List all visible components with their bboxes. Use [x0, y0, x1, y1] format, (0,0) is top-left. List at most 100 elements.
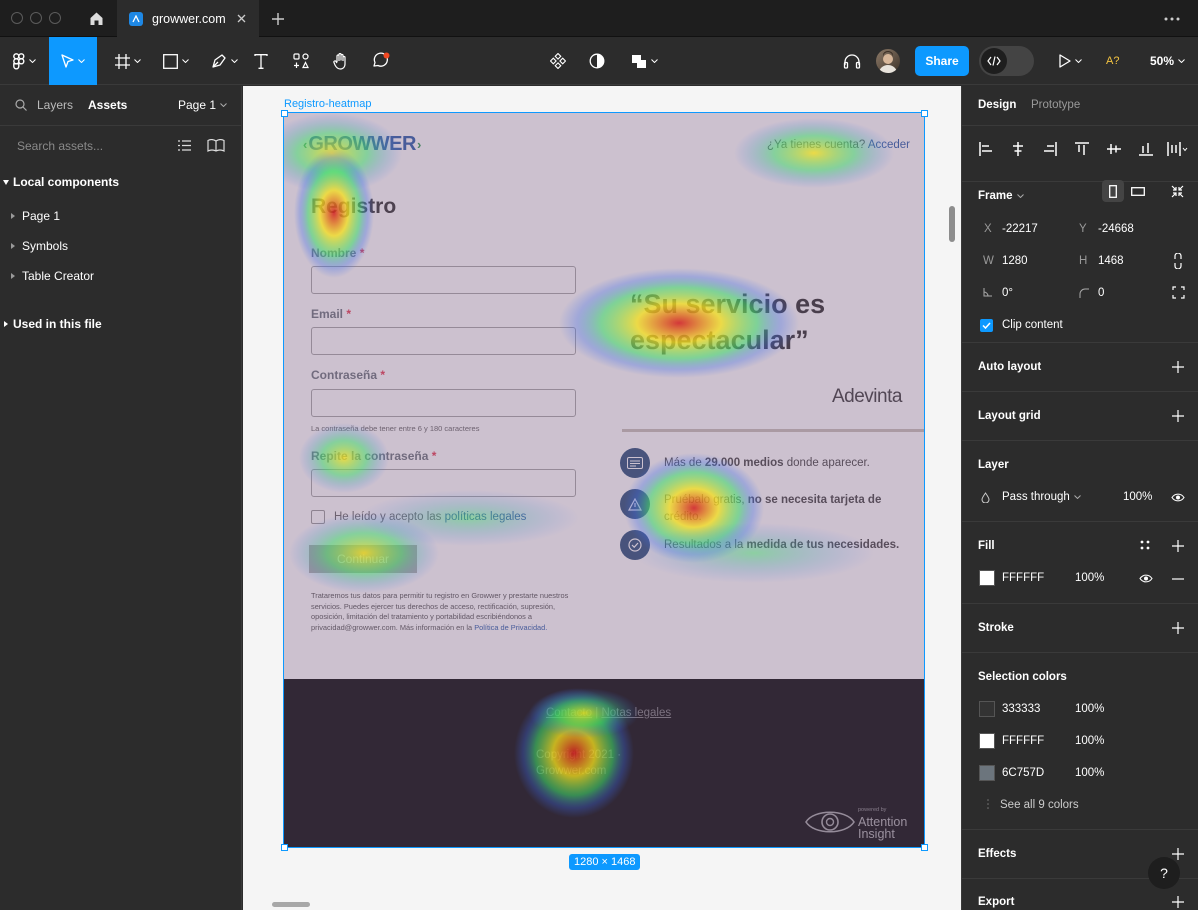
align-left-icon[interactable] — [979, 142, 993, 156]
selection-color-opacity[interactable]: 100% — [1075, 703, 1104, 715]
selection-color-hex[interactable]: 333333 — [1002, 703, 1040, 715]
contact-link[interactable]: Contacto — [546, 707, 592, 719]
frame-name-label[interactable]: Registro-heatmap — [284, 98, 371, 110]
frame-preset-dropdown[interactable]: Frame — [978, 190, 1024, 202]
mask-button[interactable] — [584, 37, 610, 85]
component-group-table-creator[interactable]: Table Creator — [11, 266, 94, 286]
present-button[interactable] — [1050, 37, 1090, 85]
landscape-icon[interactable] — [1131, 187, 1145, 196]
portrait-button[interactable] — [1102, 180, 1124, 202]
resize-to-fit-icon[interactable] — [1171, 185, 1184, 198]
clip-content-checkbox[interactable] — [980, 319, 993, 332]
align-bottom-icon[interactable] — [1139, 142, 1153, 156]
fill-color-swatch[interactable] — [979, 570, 995, 586]
resize-handle-top-right[interactable] — [921, 110, 928, 117]
used-in-file-section[interactable]: Used in this file — [4, 314, 102, 334]
eye-icon[interactable] — [1139, 574, 1153, 583]
library-icon[interactable] — [207, 139, 225, 152]
add-effect-icon[interactable] — [1172, 848, 1184, 860]
canvas[interactable]: Registro-heatmap ‹ GROWWER › ¿Ya tienes … — [243, 86, 961, 910]
eye-icon[interactable] — [1171, 493, 1185, 502]
tab-design[interactable]: Design — [978, 99, 1016, 111]
corner-radius-input[interactable]: 0 — [1098, 287, 1104, 299]
audio-button[interactable] — [838, 37, 866, 85]
selection-color-hex[interactable]: FFFFFF — [1002, 735, 1044, 747]
dev-mode-toggle[interactable] — [979, 46, 1034, 76]
resize-handle-bottom-right[interactable] — [921, 844, 928, 851]
add-export-icon[interactable] — [1172, 896, 1184, 908]
align-right-icon[interactable] — [1043, 142, 1057, 156]
comment-tool-button[interactable] — [366, 37, 396, 85]
selection-color-opacity[interactable]: 100% — [1075, 735, 1104, 747]
tab-layers[interactable]: Layers — [37, 98, 73, 112]
horizontal-scrollbar[interactable] — [272, 902, 310, 907]
fill-hex-input[interactable]: FFFFFF — [1002, 572, 1044, 584]
resize-handle-bottom-left[interactable] — [281, 844, 288, 851]
add-auto-layout-icon[interactable] — [1172, 361, 1184, 373]
constrain-proportions-icon[interactable] — [1173, 253, 1183, 269]
selection-color-swatch-1[interactable] — [979, 733, 995, 749]
align-horizontal-center-icon[interactable] — [1011, 142, 1025, 156]
boolean-button[interactable] — [626, 37, 662, 85]
zoom-dropdown[interactable]: 50% — [1150, 37, 1185, 85]
see-all-colors-link[interactable]: See all 9 colors — [1000, 799, 1079, 811]
local-components-section[interactable]: Local components — [0, 172, 119, 192]
repeat-password-input[interactable] — [311, 469, 576, 497]
help-button[interactable]: ? — [1148, 857, 1180, 889]
legal-notes-link[interactable]: Notas legales — [601, 707, 671, 719]
terms-link[interactable]: políticas legales — [445, 511, 527, 523]
shape-tool-button[interactable] — [152, 37, 200, 85]
add-stroke-icon[interactable] — [1172, 622, 1184, 634]
home-button[interactable] — [78, 0, 115, 37]
pen-tool-button[interactable] — [200, 37, 248, 85]
close-tab-icon[interactable] — [233, 11, 249, 27]
password-input[interactable] — [311, 389, 576, 417]
selection-color-swatch-0[interactable] — [979, 701, 995, 717]
styles-grid-icon[interactable] — [1140, 540, 1150, 550]
registro-heatmap-frame[interactable]: ‹ GROWWER › ¿Ya tienes cuenta? Acceder R… — [283, 112, 925, 848]
nombre-input[interactable] — [311, 266, 576, 294]
page-selector[interactable]: Page 1 — [178, 98, 227, 112]
add-layout-grid-icon[interactable] — [1172, 410, 1184, 422]
list-view-icon[interactable] — [178, 140, 191, 151]
avatar[interactable] — [876, 49, 900, 73]
components-button[interactable] — [545, 37, 571, 85]
tab-prototype[interactable]: Prototype — [1031, 99, 1080, 111]
email-input[interactable] — [311, 327, 576, 355]
h-input[interactable]: 1468 — [1098, 255, 1124, 267]
search-icon[interactable] — [15, 99, 27, 111]
resize-handle-top-left[interactable] — [281, 110, 288, 117]
fill-opacity-input[interactable]: 100% — [1075, 572, 1104, 584]
align-vertical-center-icon[interactable] — [1107, 142, 1121, 156]
tab-growwer[interactable]: growwer.com — [117, 0, 259, 37]
rotation-input[interactable]: 0° — [1002, 287, 1013, 299]
maximize-window-button[interactable] — [49, 12, 61, 24]
text-tool-button[interactable] — [248, 37, 274, 85]
new-tab-button[interactable] — [268, 9, 288, 29]
tab-assets[interactable]: Assets — [88, 98, 127, 112]
search-assets-input[interactable]: Search assets... — [17, 139, 103, 153]
selection-color-swatch-2[interactable] — [979, 765, 995, 781]
frame-tool-button[interactable] — [104, 37, 152, 85]
continue-button[interactable]: Continuar — [309, 545, 417, 573]
minimize-window-button[interactable] — [30, 12, 42, 24]
login-link[interactable]: Acceder — [868, 139, 910, 151]
layer-opacity-input[interactable]: 100% — [1123, 491, 1152, 503]
add-fill-icon[interactable] — [1172, 540, 1184, 552]
blend-mode-dropdown[interactable]: Pass through — [1002, 491, 1081, 503]
selection-color-opacity[interactable]: 100% — [1075, 767, 1104, 779]
align-top-icon[interactable] — [1075, 142, 1089, 156]
accessibility-check-button[interactable]: A? — [1106, 37, 1119, 85]
component-group-page-1[interactable]: Page 1 — [11, 206, 60, 226]
share-button[interactable]: Share — [915, 46, 969, 76]
privacy-link[interactable]: Política de Privacidad. — [474, 623, 547, 632]
resources-button[interactable] — [286, 37, 316, 85]
vertical-scrollbar[interactable] — [949, 206, 955, 242]
component-group-symbols[interactable]: Symbols — [11, 236, 68, 256]
distribute-icon[interactable] — [1167, 142, 1189, 156]
hand-tool-button[interactable] — [326, 37, 356, 85]
terms-checkbox[interactable] — [311, 510, 325, 524]
move-tool-button[interactable] — [49, 37, 97, 85]
w-input[interactable]: 1280 — [1002, 255, 1028, 267]
selection-color-hex[interactable]: 6C757D — [1002, 767, 1044, 779]
